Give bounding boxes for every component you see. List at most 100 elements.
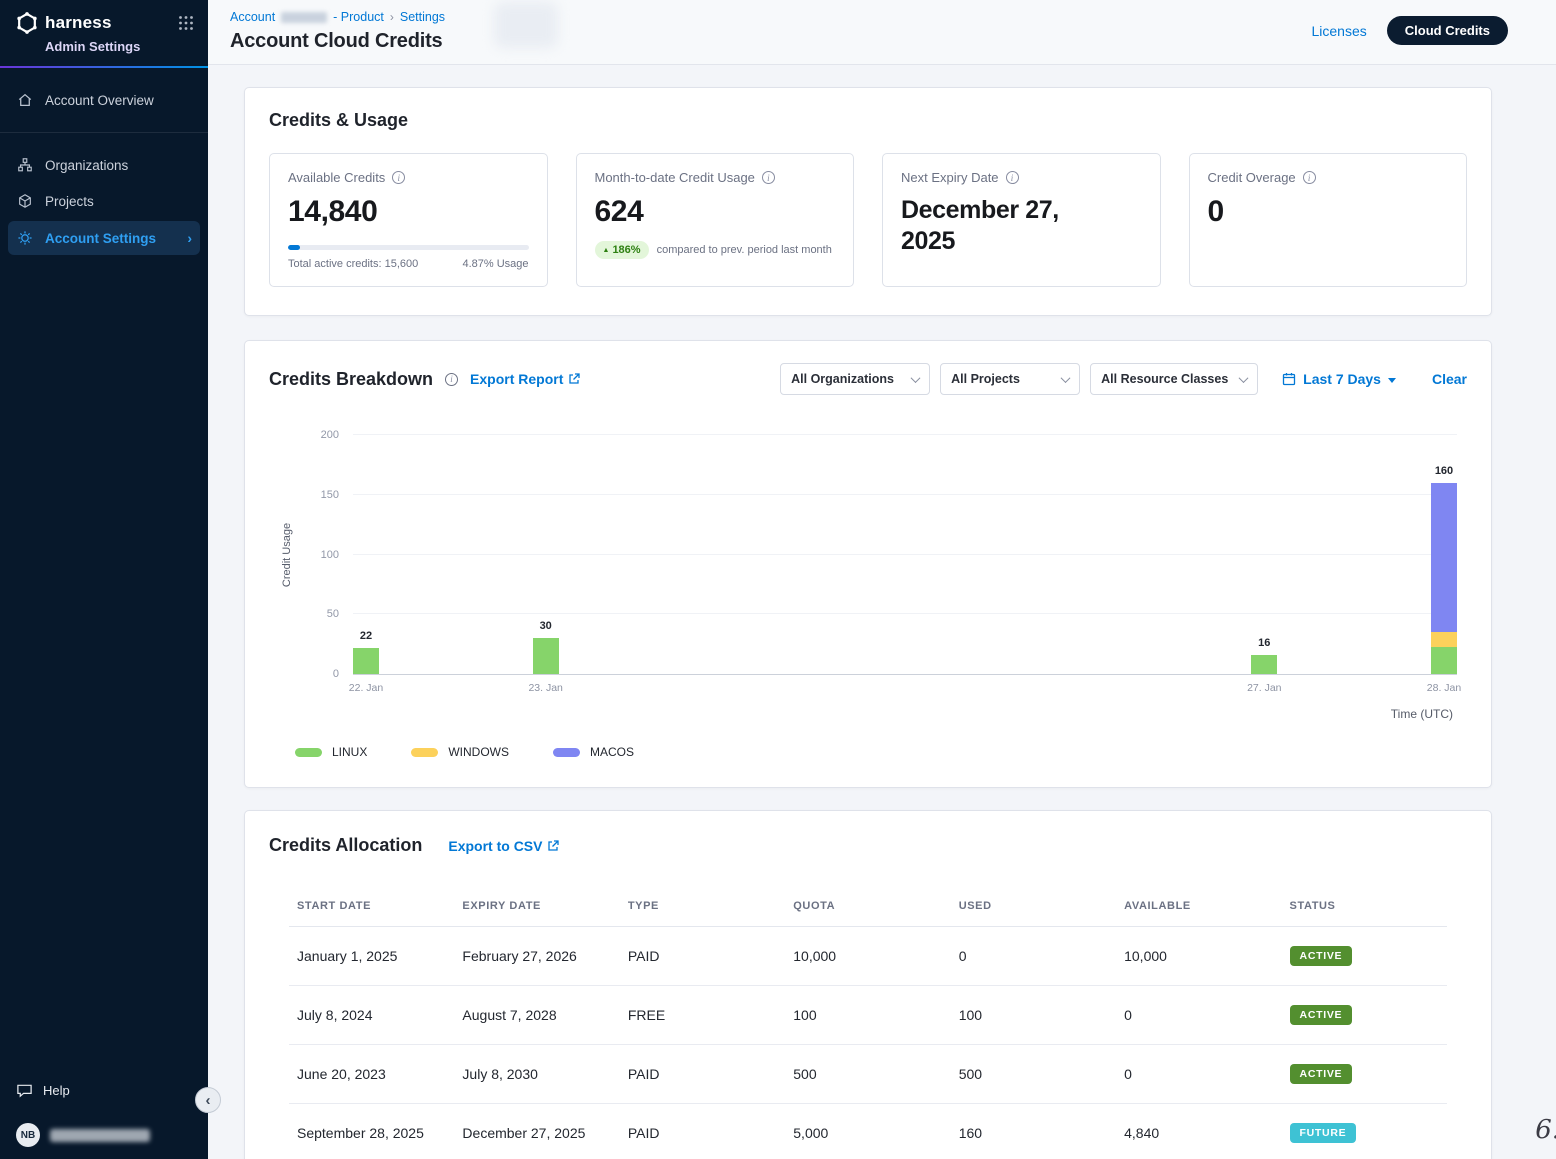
- bar-segment-linux: [533, 638, 559, 674]
- admin-settings-label: Admin Settings: [45, 39, 194, 54]
- legend-label: MACOS: [590, 745, 634, 759]
- header-left: Account - Product › Settings Account Clo…: [230, 10, 445, 53]
- cell-start-date: June 20, 2023: [289, 1045, 454, 1104]
- clear-filters-link[interactable]: Clear: [1432, 371, 1467, 387]
- column-header: START DATE: [289, 890, 454, 927]
- chart-plot: 0501001502002222. Jan3023. Jan1627. Jan1…: [353, 435, 1457, 675]
- bar-value-label: 160: [1431, 465, 1457, 477]
- legend-item-macos[interactable]: MACOS: [553, 745, 634, 759]
- table-row[interactable]: June 20, 2023July 8, 2030PAID5005000ACTI…: [289, 1045, 1447, 1104]
- licenses-link[interactable]: Licenses: [1312, 23, 1367, 39]
- info-icon[interactable]: [392, 171, 405, 184]
- sidebar-header-divider: [0, 66, 208, 68]
- sidebar-collapse-handle[interactable]: [195, 1087, 221, 1113]
- info-icon[interactable]: [1006, 171, 1019, 184]
- sidebar-item-organizations[interactable]: Organizations: [0, 147, 208, 183]
- sidebar-item-account-settings[interactable]: Account Settings ›: [8, 221, 200, 255]
- cloud-credits-button[interactable]: Cloud Credits: [1387, 16, 1508, 45]
- stat-row: Available Credits 14,840 Total active cr…: [269, 153, 1467, 287]
- x-tick-label: 27. Jan: [1234, 682, 1294, 694]
- app-grid-icon[interactable]: [178, 15, 194, 31]
- user-row[interactable]: NB: [16, 1123, 192, 1147]
- sidebar-item-projects[interactable]: Projects: [0, 183, 208, 219]
- table-row[interactable]: September 28, 2025December 27, 2025PAID5…: [289, 1104, 1447, 1159]
- cell-available: 4,840: [1116, 1104, 1281, 1159]
- trend-up-badge: 186%: [595, 241, 649, 259]
- alloc-body: January 1, 2025February 27, 2026PAID10,0…: [289, 927, 1447, 1159]
- export-report-link[interactable]: Export Report: [470, 371, 580, 387]
- help-label: Help: [43, 1083, 70, 1098]
- table-row[interactable]: July 8, 2024August 7, 2028FREE1001000ACT…: [289, 986, 1447, 1045]
- table-row[interactable]: January 1, 2025February 27, 2026PAID10,0…: [289, 927, 1447, 986]
- export-csv-link[interactable]: Export to CSV: [448, 838, 559, 854]
- available-credits-card: Available Credits 14,840 Total active cr…: [269, 153, 548, 287]
- x-axis-title: Time (UTC): [269, 707, 1453, 721]
- resource-classes-filter[interactable]: All Resource Classes: [1090, 363, 1258, 395]
- calendar-icon: [1282, 372, 1296, 386]
- breadcrumb-account-link[interactable]: Account: [230, 10, 275, 24]
- stat-label: Next Expiry Date: [901, 170, 999, 185]
- y-tick-label: 100: [321, 549, 339, 561]
- chat-bubble-icon: [16, 1082, 33, 1099]
- export-csv-label: Export to CSV: [448, 838, 542, 854]
- info-icon[interactable]: [762, 171, 775, 184]
- date-range-picker[interactable]: Last 7 Days: [1282, 371, 1396, 387]
- info-icon[interactable]: [1303, 171, 1316, 184]
- main-content: Account - Product › Settings Account Clo…: [208, 0, 1556, 1159]
- caret-down-icon: [1388, 378, 1396, 383]
- projects-filter[interactable]: All Projects: [940, 363, 1080, 395]
- column-header: EXPIRY DATE: [454, 890, 619, 927]
- avatar[interactable]: NB: [16, 1123, 40, 1147]
- cell-start-date: September 28, 2025: [289, 1104, 454, 1159]
- cell-used: 100: [951, 986, 1116, 1045]
- status-badge: ACTIVE: [1290, 946, 1353, 966]
- org-hierarchy-icon: [17, 157, 33, 173]
- sidebar: harness Admin Settings Account Overview: [0, 0, 208, 1159]
- filter-label: All Resource Classes: [1101, 372, 1228, 386]
- chevron-down-icon: [1061, 373, 1071, 383]
- gridline: [353, 494, 1457, 495]
- breakdown-filters: All Organizations All Projects All Resou…: [780, 363, 1467, 395]
- sidebar-header: harness Admin Settings: [0, 0, 208, 54]
- credits-chart: Credit Usage 0501001502002222. Jan3023. …: [353, 435, 1457, 675]
- y-axis-title: Credit Usage: [281, 523, 293, 587]
- bar-23-jan[interactable]: [533, 435, 559, 674]
- column-header: AVAILABLE: [1116, 890, 1281, 927]
- legend-item-linux[interactable]: LINUX: [295, 745, 367, 759]
- breadcrumb-product-link[interactable]: - Product: [333, 10, 384, 24]
- status-badge: FUTURE: [1290, 1123, 1357, 1143]
- cell-quota: 10,000: [785, 927, 950, 986]
- next-expiry-card: Next Expiry Date December 27, 2025: [882, 153, 1161, 287]
- username-redacted: [50, 1129, 150, 1142]
- credits-usage-card: Credits & Usage Available Credits 14,840…: [244, 87, 1492, 316]
- allocation-table: START DATEEXPIRY DATETYPEQUOTAUSEDAVAILA…: [289, 890, 1447, 1159]
- stat-label: Month-to-date Credit Usage: [595, 170, 755, 185]
- gear-icon: [17, 230, 33, 246]
- page-header: Account - Product › Settings Account Clo…: [208, 0, 1556, 65]
- cell-available: 0: [1116, 986, 1281, 1045]
- organizations-filter[interactable]: All Organizations: [780, 363, 930, 395]
- chevron-down-icon: [1239, 373, 1249, 383]
- chevron-right-icon: ›: [187, 230, 192, 246]
- breadcrumb-redacted: [281, 12, 327, 23]
- sidebar-item-account-overview[interactable]: Account Overview: [0, 82, 208, 118]
- cell-start-date: July 8, 2024: [289, 986, 454, 1045]
- mtd-usage-card: Month-to-date Credit Usage 624 186% comp…: [576, 153, 855, 287]
- x-tick-label: 28. Jan: [1414, 682, 1474, 694]
- sidebar-divider: [0, 132, 208, 133]
- column-header: TYPE: [620, 890, 785, 927]
- credits-progress-bar: [288, 245, 529, 250]
- credits-usage-title: Credits & Usage: [269, 110, 1467, 131]
- sidebar-item-label: Account Settings: [45, 231, 156, 246]
- external-link-icon: [547, 840, 559, 852]
- breadcrumb-settings-link[interactable]: Settings: [400, 10, 445, 24]
- sidebar-footer: Help NB: [0, 1082, 208, 1159]
- legend-item-windows[interactable]: WINDOWS: [411, 745, 509, 759]
- home-icon: [17, 92, 33, 108]
- brand-name: harness: [45, 13, 112, 33]
- help-button[interactable]: Help: [16, 1082, 192, 1099]
- info-icon[interactable]: [445, 373, 458, 386]
- column-header: USED: [951, 890, 1116, 927]
- credits-breakdown-title: Credits Breakdown: [269, 369, 433, 390]
- credits-breakdown-card: Credits Breakdown Export Report All Orga…: [244, 340, 1492, 788]
